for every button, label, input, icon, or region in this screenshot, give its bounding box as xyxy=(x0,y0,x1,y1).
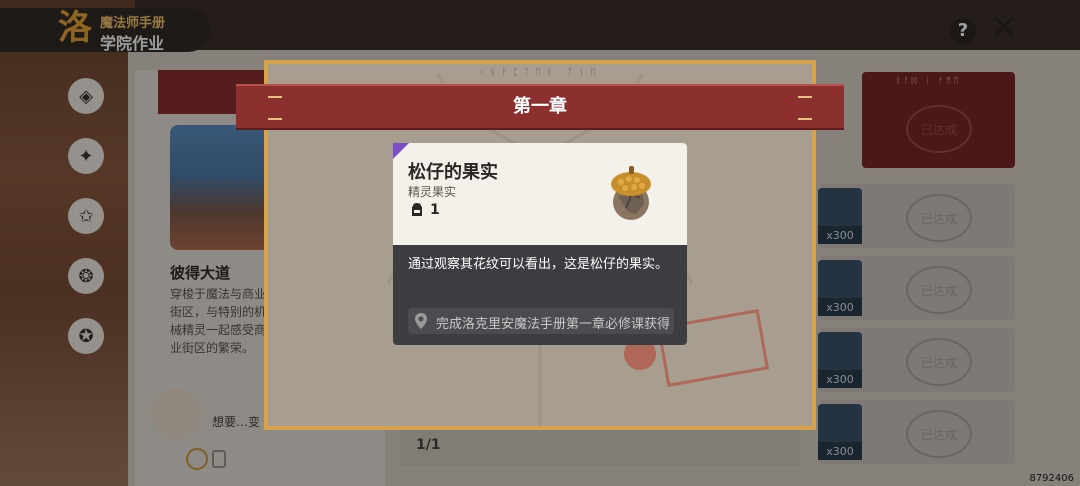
item-description: 通过观察其花纹可以看出，这是松仔的果实。 xyxy=(408,257,669,272)
item-count: 1 xyxy=(430,202,440,218)
item-name: 松仔的果实 xyxy=(408,162,498,183)
backpack-icon xyxy=(409,202,425,218)
chapter-runes: ᚲᚺᚨᛈᛏᛖᚱ ᚩᚾᛖ xyxy=(478,68,602,78)
chapter-title: 第一章 xyxy=(513,96,567,117)
item-category: 精灵果实 xyxy=(408,185,457,199)
acorn-item-icon xyxy=(611,166,651,220)
rarity-corner xyxy=(393,143,409,159)
location-pin-icon xyxy=(414,312,430,330)
item-source-text: 完成洛克里安魔法手册第一章必修课获得 xyxy=(436,317,671,332)
